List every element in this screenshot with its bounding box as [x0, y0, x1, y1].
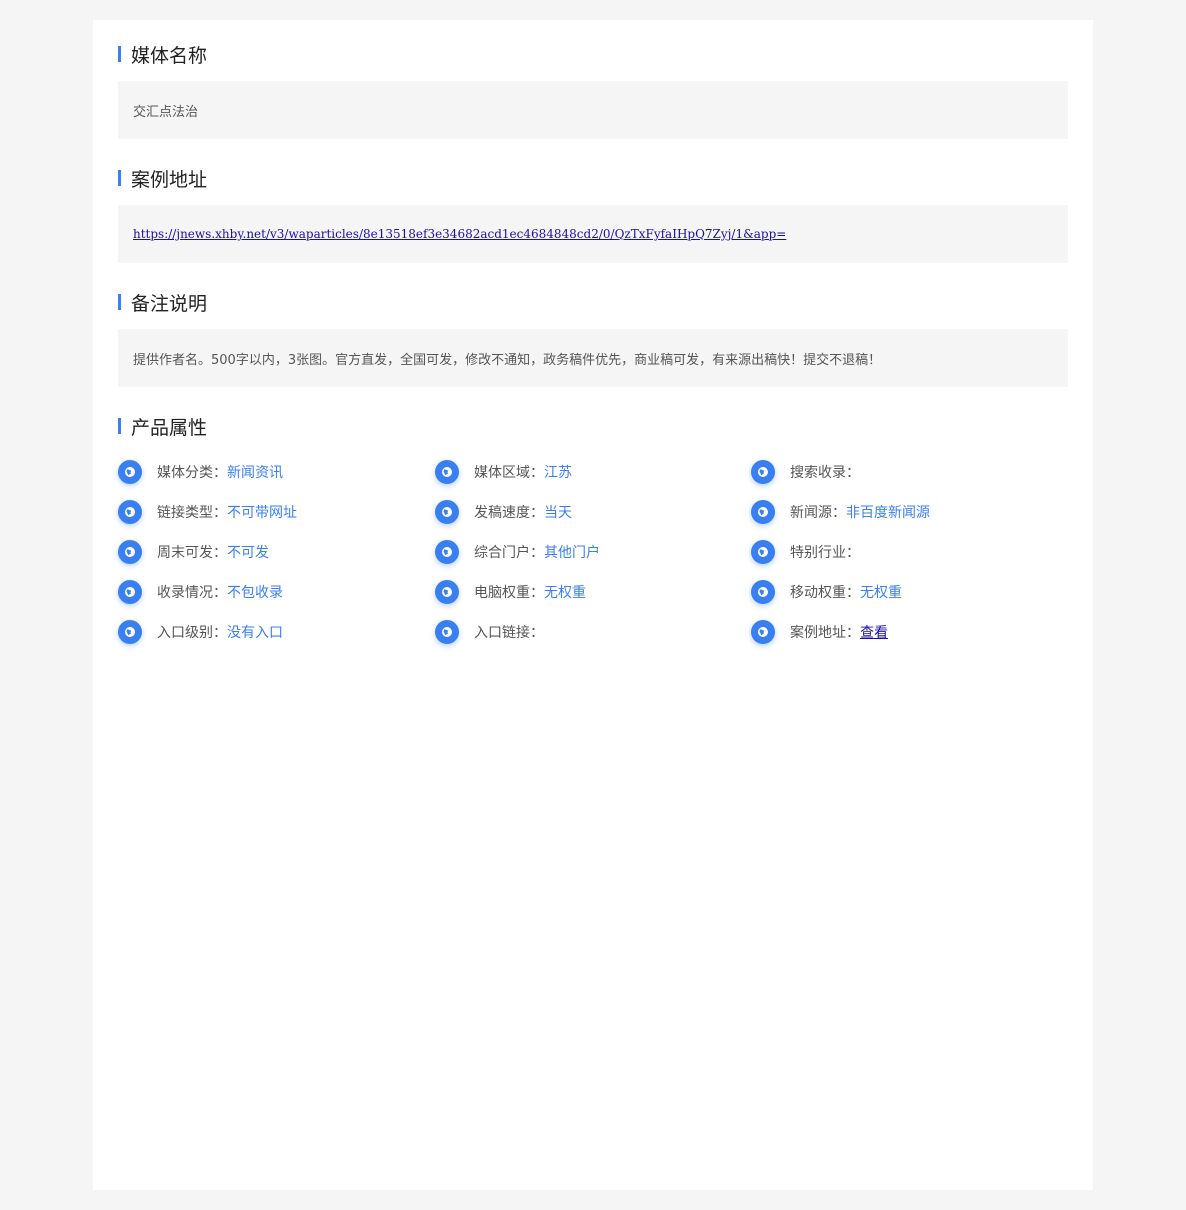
- attr-value: 不包收录: [227, 585, 283, 601]
- section-title-text: 产品属性: [131, 416, 208, 439]
- attr-value: 江苏: [544, 465, 572, 481]
- attr-portal: 综合门户： 其他门户: [435, 539, 600, 565]
- attr-link-type: 链接类型： 不可带网址: [118, 499, 297, 525]
- media-name-value: 交汇点法治: [133, 104, 199, 120]
- attr-value: 当天: [544, 505, 572, 521]
- globe-icon: [118, 580, 142, 604]
- title-accent-bar: [118, 418, 121, 434]
- globe-icon: [751, 620, 775, 644]
- attr-label: 媒体区域：: [474, 465, 544, 481]
- attr-special-industry: 特别行业：: [751, 539, 860, 565]
- remarks-value: 提供作者名。500字以内，3张图。官方直发，全国可发，修改不通知，政务稿件优先，…: [133, 352, 882, 368]
- attr-indexing-status: 收录情况： 不包收录: [118, 579, 283, 605]
- globe-icon: [435, 500, 459, 524]
- globe-icon: [435, 460, 459, 484]
- media-name-box: 交汇点法治: [118, 81, 1068, 139]
- title-accent-bar: [118, 294, 121, 310]
- attr-pc-weight: 电脑权重： 无权重: [435, 579, 586, 605]
- attr-publish-speed: 发稿速度： 当天: [435, 499, 572, 525]
- attr-label: 搜索收录：: [790, 465, 860, 481]
- globe-icon: [751, 540, 775, 564]
- attr-mobile-weight: 移动权重： 无权重: [751, 579, 902, 605]
- attr-value: 非百度新闻源: [846, 505, 930, 521]
- title-accent-bar: [118, 46, 121, 62]
- case-url-link[interactable]: https://jnews.xhby.net/v3/waparticles/8e…: [133, 227, 786, 241]
- attr-label: 链接类型：: [157, 505, 227, 521]
- attr-label: 综合门户：: [474, 545, 544, 561]
- section-title-case-url: 案例地址: [118, 165, 207, 191]
- attr-value: 没有入口: [227, 625, 283, 641]
- attr-value: 新闻资讯: [227, 465, 283, 481]
- attr-label: 媒体分类：: [157, 465, 227, 481]
- globe-icon: [751, 460, 775, 484]
- case-url-box: https://jnews.xhby.net/v3/waparticles/8e…: [118, 205, 1068, 263]
- attr-label: 入口级别：: [157, 625, 227, 641]
- remarks-box: 提供作者名。500字以内，3张图。官方直发，全国可发，修改不通知，政务稿件优先，…: [118, 329, 1068, 387]
- attr-label: 发稿速度：: [474, 505, 544, 521]
- attr-value: 不可带网址: [227, 505, 297, 521]
- attr-label: 特别行业：: [790, 545, 860, 561]
- title-accent-bar: [118, 170, 121, 186]
- attr-entry-link: 入口链接：: [435, 619, 544, 645]
- globe-icon: [118, 460, 142, 484]
- globe-icon: [435, 580, 459, 604]
- globe-icon: [751, 500, 775, 524]
- globe-icon: [118, 540, 142, 564]
- attr-value: 无权重: [860, 585, 902, 601]
- globe-icon: [118, 620, 142, 644]
- section-title-remarks: 备注说明: [118, 289, 207, 315]
- view-case-link[interactable]: 查看: [860, 622, 888, 642]
- attr-news-source: 新闻源： 非百度新闻源: [751, 499, 930, 525]
- attr-label: 周末可发：: [157, 545, 227, 561]
- attr-search-indexing: 搜索收录：: [751, 459, 860, 485]
- attr-value: 无权重: [544, 585, 586, 601]
- attr-label: 收录情况：: [157, 585, 227, 601]
- attr-label: 移动权重：: [790, 585, 860, 601]
- section-title-text: 媒体名称: [131, 44, 208, 67]
- globe-icon: [435, 540, 459, 564]
- globe-icon: [751, 580, 775, 604]
- attr-label: 新闻源：: [790, 505, 846, 521]
- section-title-attributes: 产品属性: [118, 413, 207, 439]
- section-title-text: 备注说明: [131, 292, 208, 315]
- attr-label: 入口链接：: [474, 625, 544, 641]
- globe-icon: [118, 500, 142, 524]
- attr-media-category: 媒体分类： 新闻资讯: [118, 459, 283, 485]
- attr-value: 其他门户: [544, 545, 600, 561]
- globe-icon: [435, 620, 459, 644]
- attr-value: 不可发: [227, 545, 269, 561]
- attr-entry-level: 入口级别： 没有入口: [118, 619, 283, 645]
- attr-case-url: 案例地址： 查看: [751, 619, 888, 645]
- section-title-text: 案例地址: [131, 168, 208, 191]
- detail-card: 媒体名称 交汇点法治 案例地址 https://jnews.xhby.net/v…: [93, 20, 1093, 1190]
- attr-label: 案例地址：: [790, 625, 860, 641]
- attr-media-region: 媒体区域： 江苏: [435, 459, 572, 485]
- section-title-media-name: 媒体名称: [118, 41, 207, 67]
- attr-label: 电脑权重：: [474, 585, 544, 601]
- attr-weekend-publish: 周末可发： 不可发: [118, 539, 269, 565]
